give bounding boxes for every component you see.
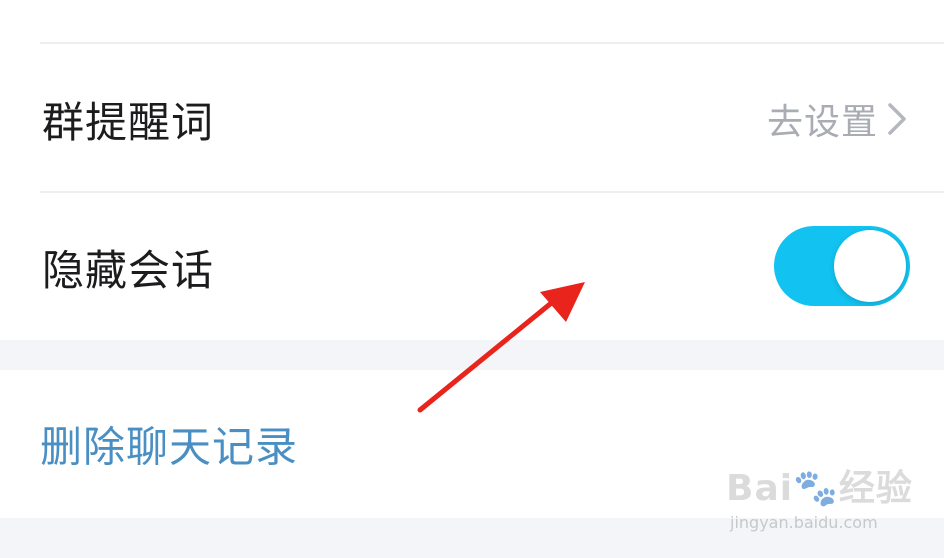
delete-chat-history-button[interactable]: 删除聊天记录 — [40, 414, 298, 475]
row-hide-chat: 隐藏会话 — [0, 194, 944, 340]
row-divider — [40, 191, 944, 193]
settings-card-top: 群提醒词 去设置 隐藏会话 — [0, 0, 944, 340]
hide-chat-toggle[interactable] — [774, 226, 910, 306]
settings-card-bottom: 删除聊天记录 — [0, 370, 944, 518]
row-divider — [40, 42, 944, 44]
go-settings-label: 去设置 — [766, 102, 878, 143]
chevron-right-icon — [888, 103, 906, 135]
group-keyword-label: 群提醒词 — [42, 97, 215, 147]
settings-screen: 群提醒词 去设置 隐藏会话 删除聊天记录 Bai🐾经验 jingyan.baid… — [0, 0, 944, 558]
go-settings-button[interactable]: 去设置 — [767, 93, 908, 145]
toggle-knob — [834, 230, 906, 302]
row-group-keyword[interactable]: 群提醒词 去设置 — [0, 46, 944, 192]
hide-chat-label: 隐藏会话 — [42, 245, 215, 295]
